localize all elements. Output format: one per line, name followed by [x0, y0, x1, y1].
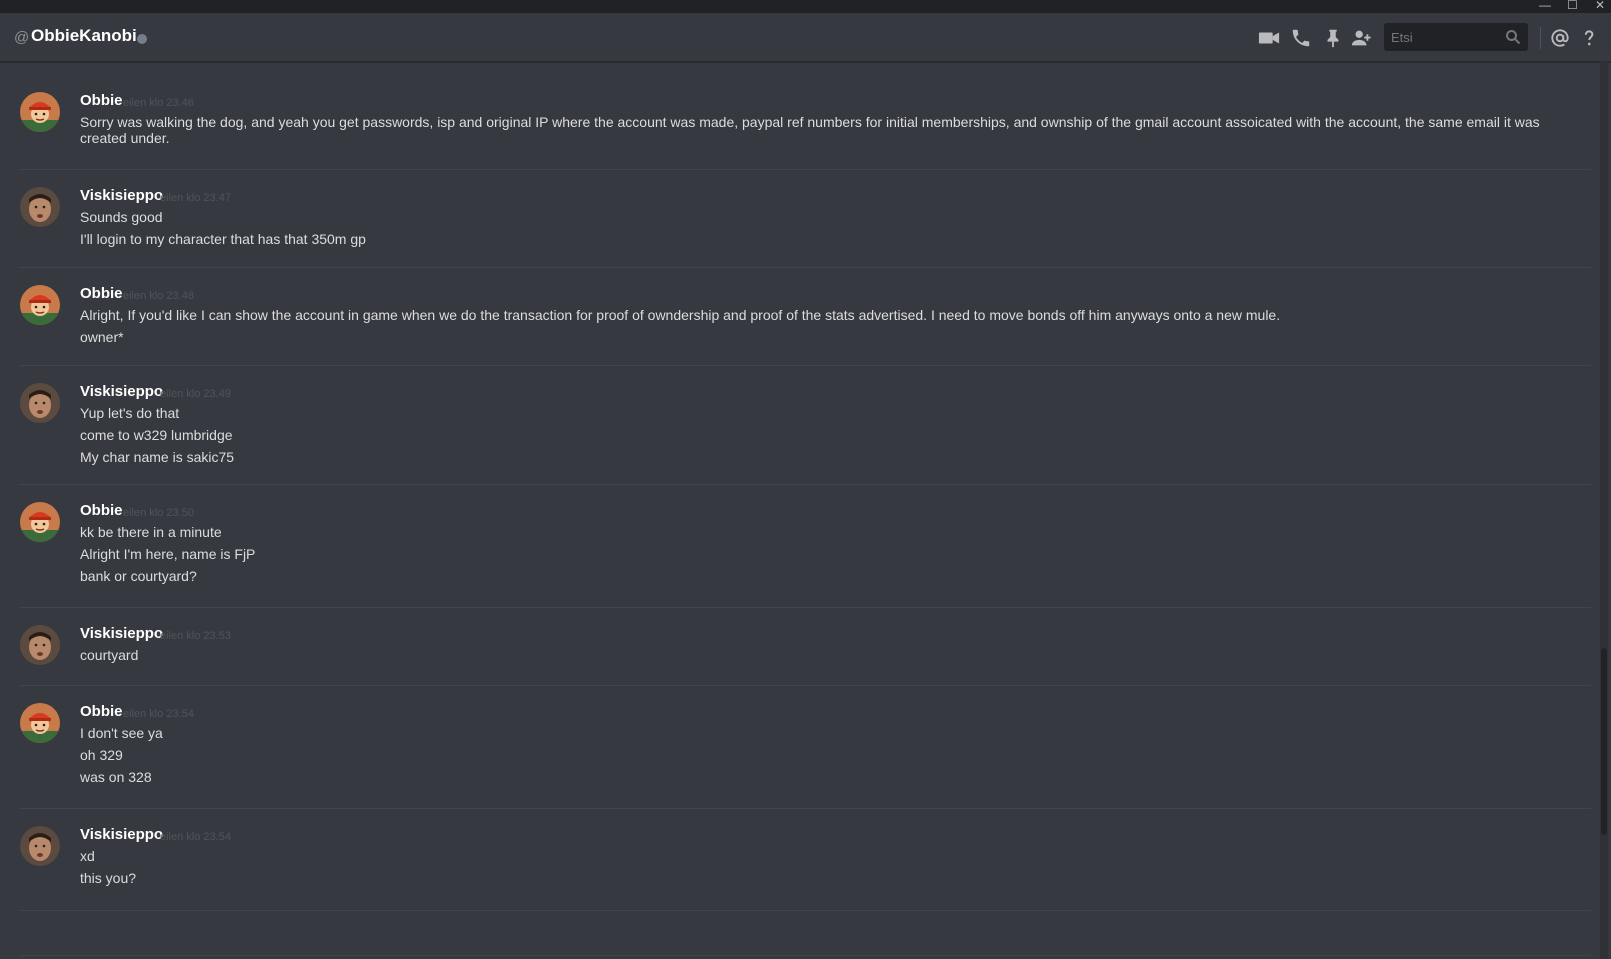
- message-timestamp: eilen klo 23.53: [160, 630, 231, 642]
- message-author[interactable]: Obbie: [80, 703, 123, 720]
- message-author[interactable]: Obbie: [80, 285, 123, 302]
- message-author[interactable]: Viskisieppo: [80, 826, 163, 843]
- avatar-viskisieppo-icon: [20, 826, 60, 866]
- message-text: Yup let's do that: [80, 405, 180, 421]
- message-text: Alright, If you'd like I can show the ac…: [80, 307, 1281, 323]
- scrollbar-thumb[interactable]: [1601, 648, 1607, 835]
- message-item: Obbie eilen klo 23.54 I don't see ya oh …: [20, 685, 1591, 809]
- avatar[interactable]: [20, 285, 60, 325]
- message-timestamp: eilen klo 23.54: [160, 831, 231, 843]
- minimize-button[interactable]: —: [1539, 0, 1551, 13]
- message-text: oh 329: [80, 747, 123, 763]
- search-icon[interactable]: [1505, 29, 1521, 45]
- message-author[interactable]: Obbie: [80, 92, 123, 109]
- at-icon: @: [14, 29, 30, 46]
- message-text: kk be there in a minute: [80, 524, 222, 540]
- avatar[interactable]: [20, 187, 60, 227]
- status-indicator: [137, 34, 147, 44]
- window-titlebar: — ☐ ✕: [0, 0, 1611, 13]
- avatar-obbie-icon: [20, 703, 60, 743]
- message-text: Sorry was walking the dog, and yeah you …: [80, 114, 1540, 146]
- pin-icon[interactable]: [1322, 27, 1344, 49]
- message-text: My char name is sakic75: [80, 449, 235, 465]
- message-text: was on 328: [80, 769, 152, 785]
- message-text: this you?: [80, 870, 137, 886]
- page-title: ObbieKanobi: [31, 26, 137, 45]
- mention-icon[interactable]: [1549, 27, 1571, 49]
- message-timestamp: eilen klo 23.47: [160, 192, 231, 204]
- message-text: owner*: [80, 329, 124, 345]
- avatar-obbie-icon: [20, 285, 60, 325]
- message-text: Sounds good: [80, 209, 163, 225]
- message-text: come to w329 lumbridge: [80, 427, 233, 443]
- message-item: Obbie eilen klo 23.46 Sorry was walking …: [20, 74, 1591, 170]
- message-timestamp: eilen klo 23.46: [123, 97, 194, 109]
- message-item: Obbie eilen klo 23.50 kk be there in a m…: [20, 484, 1591, 608]
- avatar[interactable]: [20, 703, 60, 743]
- channel-header: @ ObbieKanobi: [0, 13, 1611, 62]
- avatar[interactable]: [20, 502, 60, 542]
- avatar-viskisieppo-icon: [20, 383, 60, 423]
- message-item: Viskisieppo eilen klo 23.54 xd this you?: [20, 808, 1591, 911]
- message-item: Obbie eilen klo 23.48 Alright, If you'd …: [20, 267, 1591, 366]
- search-input[interactable]: [1384, 23, 1494, 51]
- search-box[interactable]: [1384, 23, 1528, 51]
- message-timestamp: eilen klo 23.48: [123, 290, 194, 302]
- message-text: bank or courtyard?: [80, 568, 197, 584]
- message-timestamp: eilen klo 23.49: [160, 388, 231, 400]
- message-item: Viskisieppo eilen klo 23.53 courtyard: [20, 607, 1591, 686]
- message-item: Viskisieppo eilen klo 23.47 Sounds good …: [20, 169, 1591, 268]
- message-list[interactable]: Obbie eilen klo 23.46 Sorry was walking …: [0, 62, 1600, 959]
- maximize-button[interactable]: ☐: [1567, 0, 1578, 13]
- avatar[interactable]: [20, 625, 60, 665]
- avatar[interactable]: [20, 383, 60, 423]
- avatar-obbie-icon: [20, 502, 60, 542]
- header-divider: [1540, 27, 1541, 49]
- divider: [20, 955, 1591, 956]
- avatar-viskisieppo-icon: [20, 187, 60, 227]
- message-author[interactable]: Viskisieppo: [80, 187, 163, 204]
- video-icon[interactable]: [1258, 27, 1280, 49]
- avatar-obbie-icon: [20, 92, 60, 132]
- window-controls: — ☐ ✕: [1539, 0, 1605, 13]
- message-text: I don't see ya: [80, 725, 163, 741]
- message-author[interactable]: Obbie: [80, 502, 123, 519]
- help-icon[interactable]: [1578, 27, 1600, 49]
- message-text: xd: [80, 848, 95, 864]
- add-friend-icon[interactable]: [1350, 27, 1372, 49]
- avatar[interactable]: [20, 92, 60, 132]
- message-author[interactable]: Viskisieppo: [80, 383, 163, 400]
- close-button[interactable]: ✕: [1595, 0, 1605, 13]
- message-timestamp: eilen klo 23.54: [123, 708, 194, 720]
- message-author[interactable]: Viskisieppo: [80, 625, 163, 642]
- avatar-viskisieppo-icon: [20, 625, 60, 665]
- message-text: Alright I'm here, name is FjP: [80, 546, 256, 562]
- phone-icon[interactable]: [1290, 27, 1312, 49]
- avatar[interactable]: [20, 826, 60, 866]
- message-text: courtyard: [80, 647, 139, 663]
- message-timestamp: eilen klo 23.50: [123, 507, 194, 519]
- message-item: Viskisieppo eilen klo 23.49 Yup let's do…: [20, 365, 1591, 485]
- message-text: I'll login to my character that has that…: [80, 231, 366, 247]
